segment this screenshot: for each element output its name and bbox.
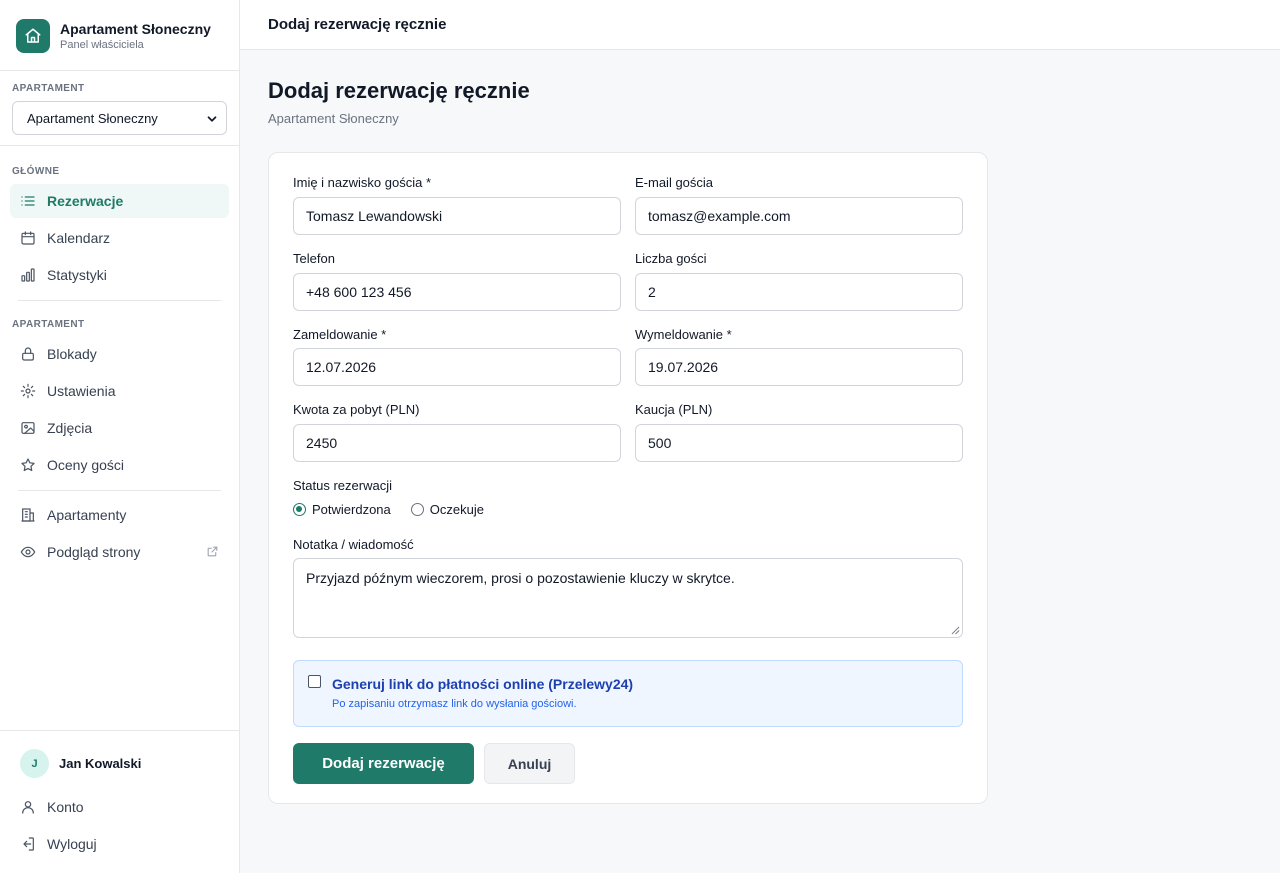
add-reservation-button[interactable]: Dodaj rezerwację bbox=[293, 743, 474, 784]
guest-email-label: E-mail gościa bbox=[635, 175, 714, 190]
sidebar-item-konto[interactable]: Konto bbox=[10, 790, 229, 824]
divider bbox=[18, 300, 221, 301]
sidebar-item-wyloguj[interactable]: Wyloguj bbox=[10, 827, 229, 861]
sidebar-item-label: Wyloguj bbox=[47, 836, 97, 852]
reservation-form: Imię i nazwisko gościa * Tomasz Lewandow… bbox=[268, 152, 988, 804]
user-name: Jan Kowalski bbox=[59, 756, 142, 771]
sidebar-item-label: Zdjęcia bbox=[47, 420, 93, 436]
note-textarea[interactable]: Przyjazd późnym wieczorem, prosi o pozos… bbox=[293, 558, 963, 638]
divider bbox=[0, 70, 239, 71]
checkin-label: Zameldowanie * bbox=[293, 327, 387, 342]
status-pending-label[interactable]: Oczekuje bbox=[430, 502, 484, 517]
avatar: J bbox=[20, 749, 49, 778]
sidebar-item-ustawienia[interactable]: Ustawienia bbox=[10, 374, 229, 408]
apartment-items-section-label: APARTAMENT bbox=[12, 319, 85, 330]
apartment-select-value: Apartament Słoneczny bbox=[27, 110, 158, 126]
sidebar-item-label: Apartamenty bbox=[47, 507, 127, 523]
calendar-icon bbox=[21, 231, 35, 245]
checkin-date-input[interactable]: 12.07.2026 bbox=[293, 348, 621, 386]
sidebar: Apartament Słoneczny Panel właściciela A… bbox=[0, 0, 240, 873]
eye-icon bbox=[20, 546, 36, 558]
note-text: Przyjazd późnym wieczorem, prosi o pozos… bbox=[306, 570, 735, 586]
list-icon bbox=[21, 196, 35, 206]
top-bar: Dodaj rezerwację ręcznie bbox=[240, 0, 1280, 50]
sidebar-item-apartamenty[interactable]: Apartamenty bbox=[10, 498, 229, 532]
sidebar-item-podglad-strony[interactable]: Podgląd strony bbox=[10, 535, 229, 569]
payment-link-option: Generuj link do płatności online (Przele… bbox=[293, 660, 963, 727]
deposit-label: Kaucja (PLN) bbox=[635, 402, 713, 417]
resize-handle-icon[interactable] bbox=[951, 626, 960, 635]
status-confirmed-label[interactable]: Potwierdzona bbox=[312, 502, 391, 517]
topbar-title: Dodaj rezerwację ręcznie bbox=[268, 16, 447, 33]
guest-count-label: Liczba gości bbox=[635, 251, 707, 266]
payment-link-title[interactable]: Generuj link do płatności online (Przele… bbox=[332, 676, 633, 692]
checkout-label: Wymeldowanie * bbox=[635, 327, 732, 342]
brand[interactable]: Apartament Słoneczny Panel właściciela bbox=[16, 19, 211, 53]
gear-icon bbox=[20, 383, 36, 399]
sidebar-item-rezerwacje[interactable]: Rezerwacje bbox=[10, 184, 229, 218]
logout-icon bbox=[23, 837, 34, 851]
page-title: Dodaj rezerwację ręcznie bbox=[268, 78, 530, 103]
status-pending-radio[interactable] bbox=[410, 503, 424, 516]
lock-icon bbox=[22, 347, 34, 361]
sidebar-item-label: Kalendarz bbox=[47, 230, 111, 246]
status-radio-group: Potwierdzona Oczekuje bbox=[293, 502, 484, 517]
guest-count-input[interactable]: 2 bbox=[635, 273, 963, 311]
sidebar-item-zdjecia[interactable]: Zdjęcia bbox=[10, 411, 229, 445]
sidebar-item-label: Rezerwacje bbox=[47, 193, 124, 209]
sidebar-item-label: Konto bbox=[47, 799, 84, 815]
apartment-select[interactable]: Apartament Słoneczny bbox=[12, 101, 227, 135]
sidebar-item-label: Statystyki bbox=[47, 267, 107, 283]
home-icon bbox=[16, 19, 50, 53]
sidebar-item-label: Oceny gości bbox=[47, 457, 125, 473]
page-subtitle: Apartament Słoneczny bbox=[268, 111, 399, 126]
brand-subtitle: Panel właściciela bbox=[60, 38, 144, 51]
guest-name-input[interactable]: Tomasz Lewandowski bbox=[293, 197, 621, 235]
sidebar-item-label: Blokady bbox=[47, 346, 97, 362]
amount-label: Kwota za pobyt (PLN) bbox=[293, 402, 420, 417]
sidebar-item-label: Podgląd strony bbox=[47, 544, 141, 560]
status-label: Status rezerwacji bbox=[293, 478, 392, 493]
bar-chart-icon bbox=[21, 268, 35, 282]
divider bbox=[0, 730, 239, 731]
sidebar-item-blokady[interactable]: Blokady bbox=[10, 337, 229, 371]
payment-link-checkbox[interactable] bbox=[308, 675, 321, 688]
deposit-input[interactable]: 500 bbox=[635, 424, 963, 462]
user-profile: J Jan Kowalski bbox=[20, 749, 141, 778]
building-icon bbox=[21, 508, 35, 522]
checkout-date-input[interactable]: 19.07.2026 bbox=[635, 348, 963, 386]
phone-label: Telefon bbox=[293, 251, 335, 266]
sidebar-item-label: Ustawienia bbox=[47, 383, 116, 399]
divider bbox=[18, 490, 221, 491]
brand-name: Apartament Słoneczny bbox=[60, 20, 211, 37]
guest-email-input[interactable]: tomasz@example.com bbox=[635, 197, 963, 235]
amount-input[interactable]: 2450 bbox=[293, 424, 621, 462]
guest-name-label: Imię i nazwisko gościa * bbox=[293, 175, 431, 190]
apartment-section-label: APARTAMENT bbox=[12, 83, 85, 94]
phone-input[interactable]: +48 600 123 456 bbox=[293, 273, 621, 311]
cancel-button[interactable]: Anuluj bbox=[484, 743, 575, 784]
star-icon bbox=[21, 458, 35, 472]
note-label: Notatka / wiadomość bbox=[293, 537, 414, 552]
sidebar-item-kalendarz[interactable]: Kalendarz bbox=[10, 221, 229, 255]
main-section-label: GŁÓWNE bbox=[12, 166, 60, 177]
user-icon bbox=[22, 801, 34, 814]
sidebar-item-oceny-gosci[interactable]: Oceny gości bbox=[10, 448, 229, 482]
chevron-down-icon bbox=[207, 116, 217, 122]
sidebar-item-statystyki[interactable]: Statystyki bbox=[10, 258, 229, 292]
divider bbox=[0, 145, 239, 146]
payment-link-hint: Po zapisaniu otrzymasz link do wysłania … bbox=[332, 698, 577, 710]
status-confirmed-radio[interactable] bbox=[293, 503, 306, 516]
image-icon bbox=[21, 422, 35, 434]
external-link-icon bbox=[207, 546, 218, 557]
